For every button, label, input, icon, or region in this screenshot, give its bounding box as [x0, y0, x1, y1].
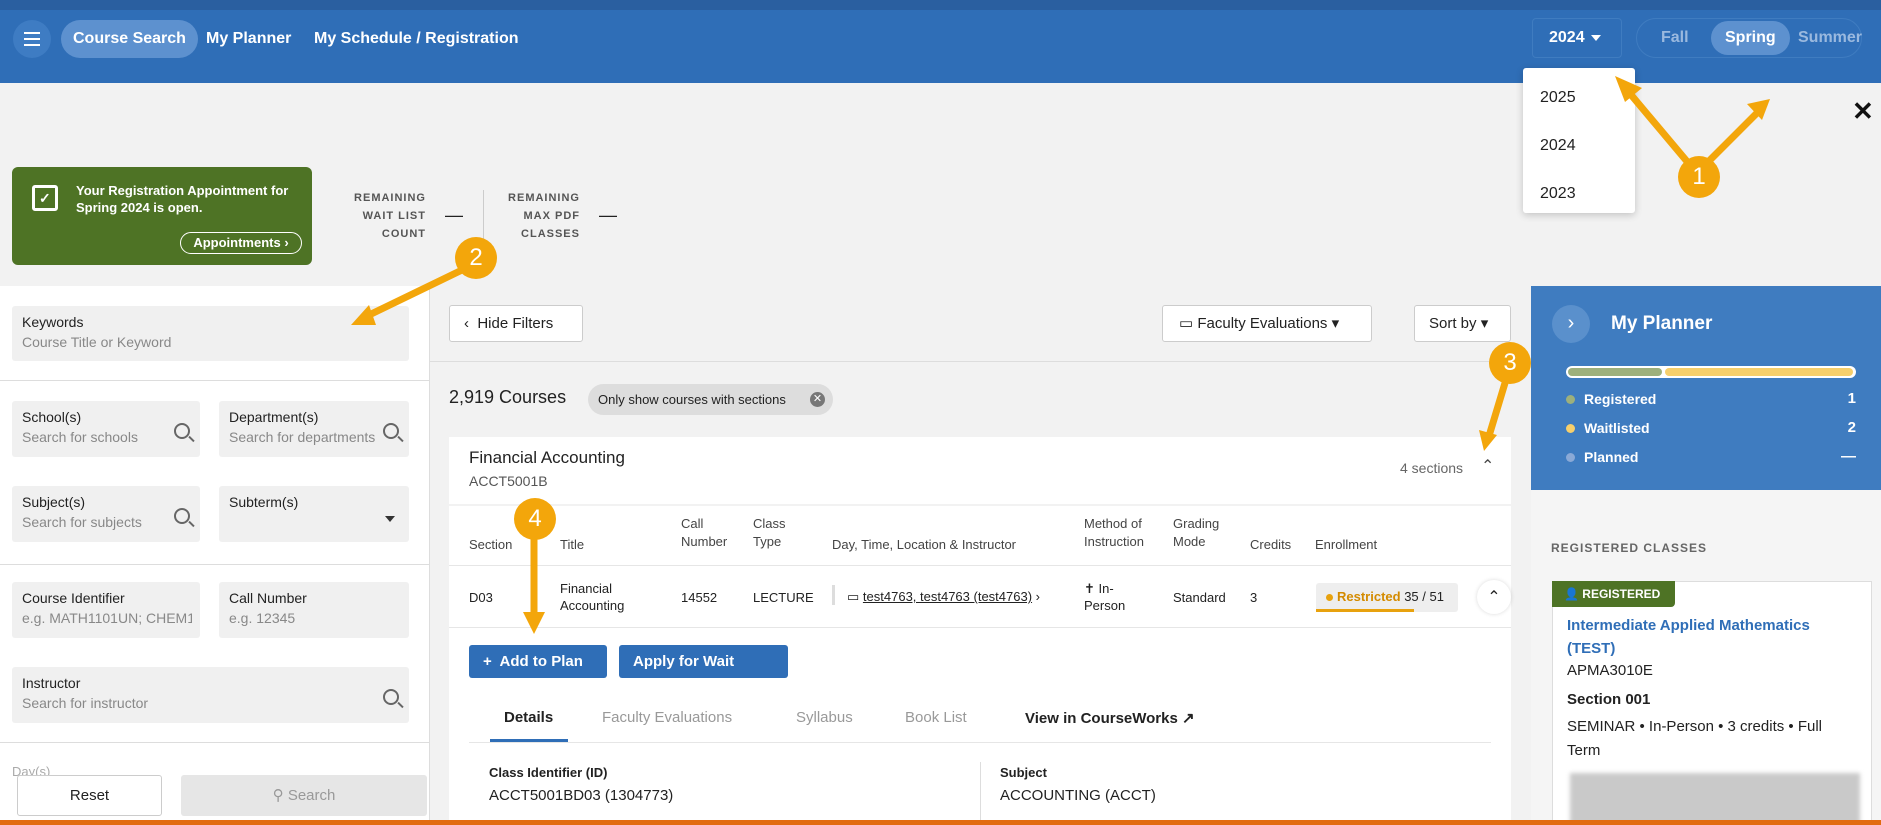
arrow-line [1623, 86, 1694, 169]
annotation-badge: 2 [455, 237, 497, 279]
arrow-line [1485, 379, 1509, 440]
arrow-head [523, 612, 545, 634]
arrow-head [1479, 430, 1497, 451]
annotation-badge: 3 [1489, 342, 1531, 384]
arrow-line [361, 266, 466, 321]
annotation-badge: 4 [514, 498, 556, 540]
annotation-arrows [351, 76, 1770, 634]
annotation-badge: 1 [1678, 156, 1720, 198]
arrow-head [351, 305, 376, 325]
arrow-line [1706, 104, 1766, 164]
